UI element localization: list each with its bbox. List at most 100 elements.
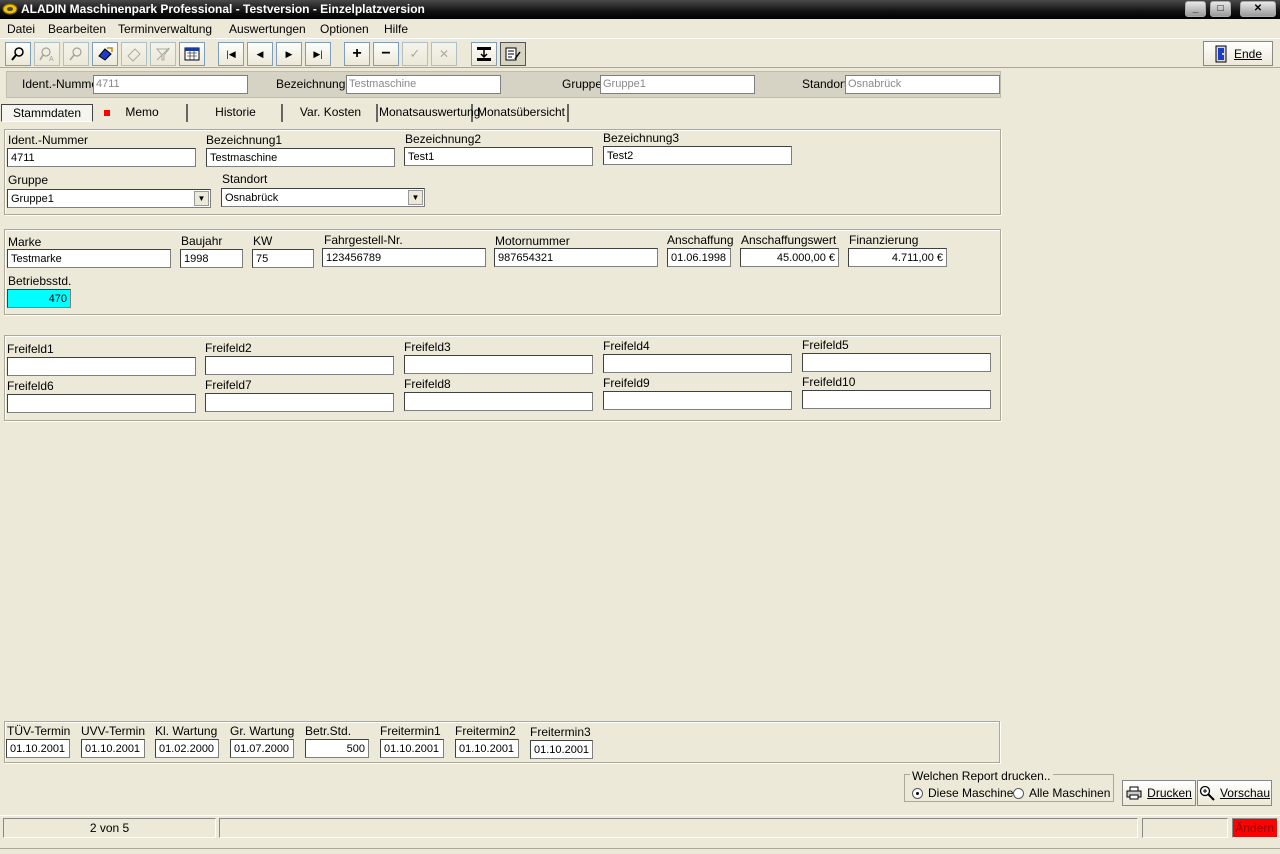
freitermin1-label: Freitermin1 (380, 724, 441, 738)
erase-icon (127, 48, 141, 62)
next-record-button[interactable]: ▶ (276, 42, 302, 66)
last-record-button[interactable]: ▶| (305, 42, 331, 66)
erase-button[interactable] (121, 42, 147, 66)
menu-bearbeiten[interactable]: Bearbeiten (48, 22, 106, 36)
bez2-field[interactable]: Test1 (404, 147, 593, 166)
find-icon: A (39, 47, 54, 62)
menu-datei[interactable]: Datei (7, 22, 35, 36)
gruppe-select[interactable]: Gruppe1 ▼ (7, 189, 211, 208)
zoom-button[interactable] (63, 42, 89, 66)
anschaffung-field[interactable]: 01.06.1998 (667, 248, 731, 267)
tab-monatsuebersicht[interactable]: Monatsübersicht (475, 104, 569, 122)
svg-text:A: A (49, 56, 54, 62)
last-record-icon: ▶| (313, 48, 323, 59)
find-button[interactable]: A (34, 42, 60, 66)
marke-field[interactable]: Testmarke (7, 249, 171, 268)
freifeld10-field[interactable] (802, 390, 991, 409)
menu-hilfe[interactable]: Hilfe (384, 22, 408, 36)
import-button[interactable] (471, 42, 497, 66)
info-ident-field: 4711 (93, 75, 248, 94)
freifeld6-field[interactable] (7, 394, 196, 413)
freifeld3-field[interactable] (404, 355, 593, 374)
marke-label: Marke (8, 235, 42, 249)
freifeld4-label: Freifeld4 (603, 339, 650, 353)
radio-unchecked-icon (1013, 787, 1024, 799)
freifeld2-field[interactable] (205, 356, 394, 375)
printer-icon (1126, 786, 1142, 800)
confirm-icon: ✓ (409, 46, 421, 61)
freifeld4-field[interactable] (603, 354, 792, 373)
baujahr-field[interactable]: 1998 (180, 249, 243, 268)
betriebsstd-field[interactable]: 470 (7, 289, 71, 308)
form-view-button[interactable] (500, 42, 526, 66)
tuev-field[interactable]: 01.10.2001 (6, 739, 70, 758)
chevron-down-icon[interactable]: ▼ (408, 190, 423, 205)
chevron-down-icon[interactable]: ▼ (194, 191, 209, 206)
freifeld5-label: Freifeld5 (802, 338, 849, 352)
freifeld5-field[interactable] (802, 353, 991, 372)
freifeld1-field[interactable] (7, 357, 196, 376)
ident-field[interactable]: 4711 (7, 148, 196, 167)
kw-field[interactable]: 75 (252, 249, 314, 268)
tab-memo[interactable]: Memo (98, 104, 188, 122)
motornummer-label: Motornummer (495, 234, 570, 248)
confirm-button[interactable]: ✓ (402, 42, 428, 66)
prev-record-button[interactable]: ◀ (247, 42, 273, 66)
remove-record-button[interactable]: − (373, 42, 399, 66)
menu-terminverwaltung[interactable]: Terminverwaltung (118, 22, 212, 36)
kl-wartung-field[interactable]: 01.02.2000 (155, 739, 219, 758)
report-option-diese-maschine[interactable]: Diese Maschine (912, 786, 1013, 800)
close-button[interactable]: ✕ (1240, 1, 1276, 17)
menu-auswertungen[interactable]: Auswertungen (229, 22, 306, 36)
remove-icon: − (381, 45, 391, 62)
freifeld7-field[interactable] (205, 393, 394, 412)
betrstd-field[interactable]: 500 (305, 739, 369, 758)
bez3-label: Bezeichnung3 (603, 131, 680, 145)
cancel-edit-button[interactable]: ✕ (431, 42, 457, 66)
freifeld7-label: Freifeld7 (205, 378, 252, 392)
info-bez1-field: Testmaschine (346, 75, 501, 94)
menu-bar: Datei Bearbeiten Terminverwaltung Auswer… (0, 20, 1280, 38)
freifeld2-label: Freifeld2 (205, 341, 252, 355)
standort-label: Standort (222, 172, 268, 186)
finanzierung-field[interactable]: 4.711,00 € (848, 248, 947, 267)
kw-label: KW (253, 234, 273, 248)
search-button[interactable] (5, 42, 31, 66)
anschaffungswert-field[interactable]: 45.000,00 € (740, 248, 839, 267)
app-logo-icon (2, 3, 18, 15)
add-record-button[interactable]: + (344, 42, 370, 66)
freifeld9-field[interactable] (603, 391, 792, 410)
first-record-button[interactable]: |◀ (218, 42, 244, 66)
minimize-button[interactable]: _ (1185, 1, 1206, 17)
tab-historie[interactable]: Historie (190, 104, 283, 122)
import-icon (477, 47, 491, 61)
maximize-button[interactable]: □ (1210, 1, 1231, 17)
calendar-button[interactable] (179, 42, 205, 66)
minimize-icon: _ (1192, 3, 1199, 14)
tab-var-kosten[interactable]: Var. Kosten (285, 104, 378, 122)
freifeld8-field[interactable] (404, 392, 593, 411)
tab-stammdaten[interactable]: Stammdaten (1, 104, 93, 122)
edit-button[interactable] (92, 42, 118, 66)
menu-optionen[interactable]: Optionen (320, 22, 369, 36)
motornummer-field[interactable]: 987654321 (494, 248, 658, 267)
freitermin1-field[interactable]: 01.10.2001 (380, 739, 444, 758)
fahrgestell-field[interactable]: 123456789 (322, 248, 486, 267)
filter-button[interactable] (150, 42, 176, 66)
gr-wartung-field[interactable]: 01.07.2000 (230, 739, 294, 758)
vorschau-button[interactable]: Vorschau (1197, 780, 1272, 806)
add-icon: + (352, 45, 362, 62)
report-option-alle-maschinen[interactable]: Alle Maschinen (1013, 786, 1110, 800)
uvv-field[interactable]: 01.10.2001 (81, 739, 145, 758)
freitermin2-field[interactable]: 01.10.2001 (455, 739, 519, 758)
drucken-button[interactable]: Drucken (1122, 780, 1196, 806)
info-gruppe-field: Gruppe1 (600, 75, 755, 94)
bez3-field[interactable]: Test2 (603, 146, 792, 165)
bez1-field[interactable]: Testmaschine (206, 148, 395, 167)
info-bez1-label: Bezeichnung1: (276, 77, 356, 91)
tab-monatsauswertung[interactable]: Monatsauswertung (379, 104, 480, 122)
ende-button[interactable]: Ende (1203, 41, 1273, 66)
standort-select[interactable]: Osnabrück ▼ (221, 188, 425, 207)
first-record-icon: |◀ (226, 48, 236, 59)
freitermin3-field[interactable]: 01.10.2001 (530, 740, 593, 759)
